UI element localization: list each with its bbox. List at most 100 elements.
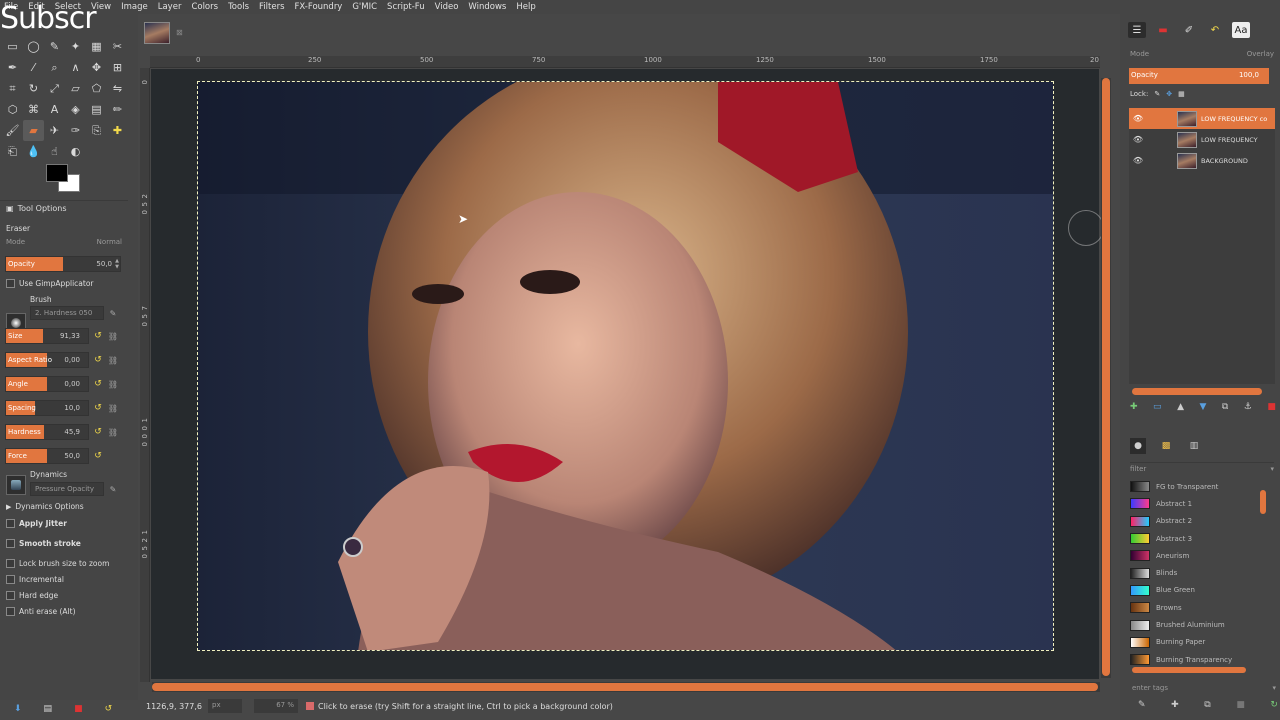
anti-erase-check[interactable]: Anti erase (Alt) (6, 607, 76, 616)
gradient-item[interactable]: Abstract 2 (1130, 513, 1260, 530)
size-slider[interactable]: Size 91,33 (5, 328, 89, 344)
lock-alpha-icon[interactable]: ▦ (1178, 90, 1185, 98)
rotate-icon[interactable]: ↻ (23, 78, 44, 99)
gradient-item[interactable]: Blue Green (1130, 582, 1260, 599)
dynamics-field[interactable]: Pressure Opacity (30, 482, 104, 496)
edit-brush-icon[interactable]: ✎ (108, 307, 118, 319)
raise-layer-icon[interactable]: ▲ (1177, 402, 1184, 412)
checkbox[interactable] (6, 519, 15, 528)
vertical-scrollbar[interactable] (1101, 78, 1111, 678)
close-icon[interactable]: ⊠ (176, 28, 183, 37)
checkbox[interactable] (6, 279, 15, 288)
hardness-slider[interactable]: Hardness 45,9 (5, 424, 89, 440)
eye-icon[interactable]: 👁 (1131, 114, 1145, 123)
mode-row[interactable]: Mode Normal (6, 238, 122, 246)
horizontal-scrollbar[interactable] (152, 682, 1100, 692)
layer-mode-row[interactable]: Mode Overlay (1130, 50, 1274, 58)
lock-pixels-icon[interactable]: ✎ (1154, 90, 1160, 98)
warp-icon[interactable]: ⌘ (23, 99, 44, 120)
zoom-icon[interactable]: ⌕ (44, 57, 65, 78)
reset-aspect-icon[interactable]: ↺ (92, 354, 104, 366)
checkbox[interactable] (6, 607, 15, 616)
layers-scrollbar[interactable] (1132, 388, 1262, 395)
refresh-gradients-icon[interactable]: ↻ (1270, 700, 1278, 710)
move-icon[interactable]: ✥ (86, 57, 107, 78)
reset-force-icon[interactable]: ↺ (92, 450, 104, 462)
aspect-slider[interactable]: Aspect Ratio 0,00 (5, 352, 89, 368)
tags-row[interactable]: enter tags ▾ (1132, 684, 1276, 692)
horizontal-ruler[interactable]: 0 250 500 750 1000 1250 1500 1750 20 (150, 56, 1100, 68)
hard-edge-check[interactable]: Hard edge (6, 591, 58, 600)
chevron-down-icon[interactable]: ▾ (1272, 684, 1276, 692)
airbrush-icon[interactable]: ✈ (44, 120, 65, 141)
measure-icon[interactable]: ∧ (65, 57, 86, 78)
brushes-tab-icon[interactable]: ● (1130, 438, 1146, 454)
lock-position-icon[interactable]: ✥ (1166, 90, 1172, 98)
scissors-icon[interactable]: ✂ (107, 36, 128, 57)
link-hardness-icon[interactable]: ⛓ (108, 426, 118, 438)
menu-help[interactable]: Help (516, 0, 535, 14)
eye-icon[interactable]: 👁 (1131, 156, 1145, 165)
new-gradient-icon[interactable]: ✚ (1171, 700, 1179, 710)
menu-tools[interactable]: Tools (228, 0, 249, 14)
menu-layer[interactable]: Layer (158, 0, 182, 14)
tags-input[interactable]: enter tags (1132, 684, 1168, 692)
scale-icon[interactable]: ⤢ (44, 78, 65, 99)
text-icon[interactable]: A (44, 99, 65, 120)
perspective-clone-icon[interactable]: ⎗ (2, 141, 23, 162)
gradient-filter-row[interactable]: filter ▾ (1130, 462, 1274, 473)
align-icon[interactable]: ⊞ (107, 57, 128, 78)
horizontal-scroll-thumb[interactable] (152, 683, 1098, 691)
channels-tab-icon[interactable]: ▬ (1154, 22, 1172, 38)
canvas-viewport[interactable] (151, 69, 1099, 679)
chevron-down-icon[interactable]: ▾ (1270, 465, 1274, 473)
gradient-item[interactable]: Brushed Aluminium (1130, 616, 1260, 633)
pencil-icon[interactable]: ✏ (107, 99, 128, 120)
fg-bg-colors[interactable] (46, 164, 86, 196)
edit-dynamics-icon[interactable]: ✎ (108, 483, 118, 495)
save-options-icon[interactable]: ⬇ (14, 704, 22, 714)
color-select-icon[interactable]: ▦ (86, 36, 107, 57)
incremental-check[interactable]: Incremental (6, 575, 64, 584)
brush-name-field[interactable]: 2. Hardness 050 (30, 306, 104, 320)
dynamics-options-expander[interactable]: ▶ Dynamics Options (6, 502, 84, 511)
menu-colors[interactable]: Colors (191, 0, 218, 14)
checkbox[interactable] (6, 591, 15, 600)
paintbrush-icon[interactable]: 🖌 (2, 120, 23, 141)
ink-icon[interactable]: ✑ (65, 120, 86, 141)
crop-icon[interactable]: ⌗ (2, 78, 23, 99)
dodge-burn-icon[interactable]: ◐ (65, 141, 86, 162)
gradient-item[interactable]: Aneurism (1130, 547, 1260, 564)
patterns-tab-icon[interactable]: ▩ (1158, 438, 1174, 454)
restore-options-icon[interactable]: ▤ (44, 704, 53, 714)
link-spacing-icon[interactable]: ⛓ (108, 402, 118, 414)
menu-video[interactable]: Video (435, 0, 459, 14)
smudge-icon[interactable]: ☝ (44, 141, 65, 162)
delete-gradient-icon[interactable]: ■ (1236, 700, 1245, 710)
vertical-ruler[interactable]: 0 2 5 0 7 5 0 1 0 0 0 1 2 5 0 (140, 68, 150, 682)
eraser-icon[interactable]: ▰ (23, 120, 44, 141)
use-applicator-check[interactable]: Use GimpApplicator (6, 279, 94, 288)
expander-arrow-icon[interactable]: ▶ (6, 503, 11, 511)
heal-icon[interactable]: ✚ (107, 120, 128, 141)
undo-tab-icon[interactable]: ↶ (1206, 22, 1224, 38)
gradients-hscroll-thumb[interactable] (1132, 667, 1246, 673)
eye-icon[interactable]: 👁 (1131, 135, 1145, 144)
opacity-slider[interactable]: Opacity 50,0 ▲ ▼ (5, 256, 121, 272)
rect-select-icon[interactable]: ▭ (2, 36, 23, 57)
gradient-item[interactable]: Browns (1130, 599, 1260, 616)
gradient-item[interactable]: Burning Transparency (1130, 651, 1260, 668)
blend-icon[interactable]: ▤ (86, 99, 107, 120)
delete-options-icon[interactable]: ■ (74, 704, 83, 714)
duplicate-gradient-icon[interactable]: ⧉ (1204, 700, 1210, 710)
lock-brush-check[interactable]: Lock brush size to zoom (6, 559, 109, 568)
clone-icon[interactable]: ⎘ (86, 120, 107, 141)
reset-size-icon[interactable]: ↺ (92, 330, 104, 342)
gradients-tab-icon[interactable]: ▥ (1186, 438, 1202, 454)
checkbox[interactable] (6, 539, 15, 548)
edit-gradient-icon[interactable]: ✎ (1138, 700, 1146, 710)
layer-row[interactable]: 👁 BACKGROUND (1129, 150, 1275, 171)
gradients-scroll-thumb[interactable] (1260, 490, 1266, 514)
zoom-select[interactable]: 67 % (254, 699, 298, 713)
perspective-icon[interactable]: ⬠ (86, 78, 107, 99)
